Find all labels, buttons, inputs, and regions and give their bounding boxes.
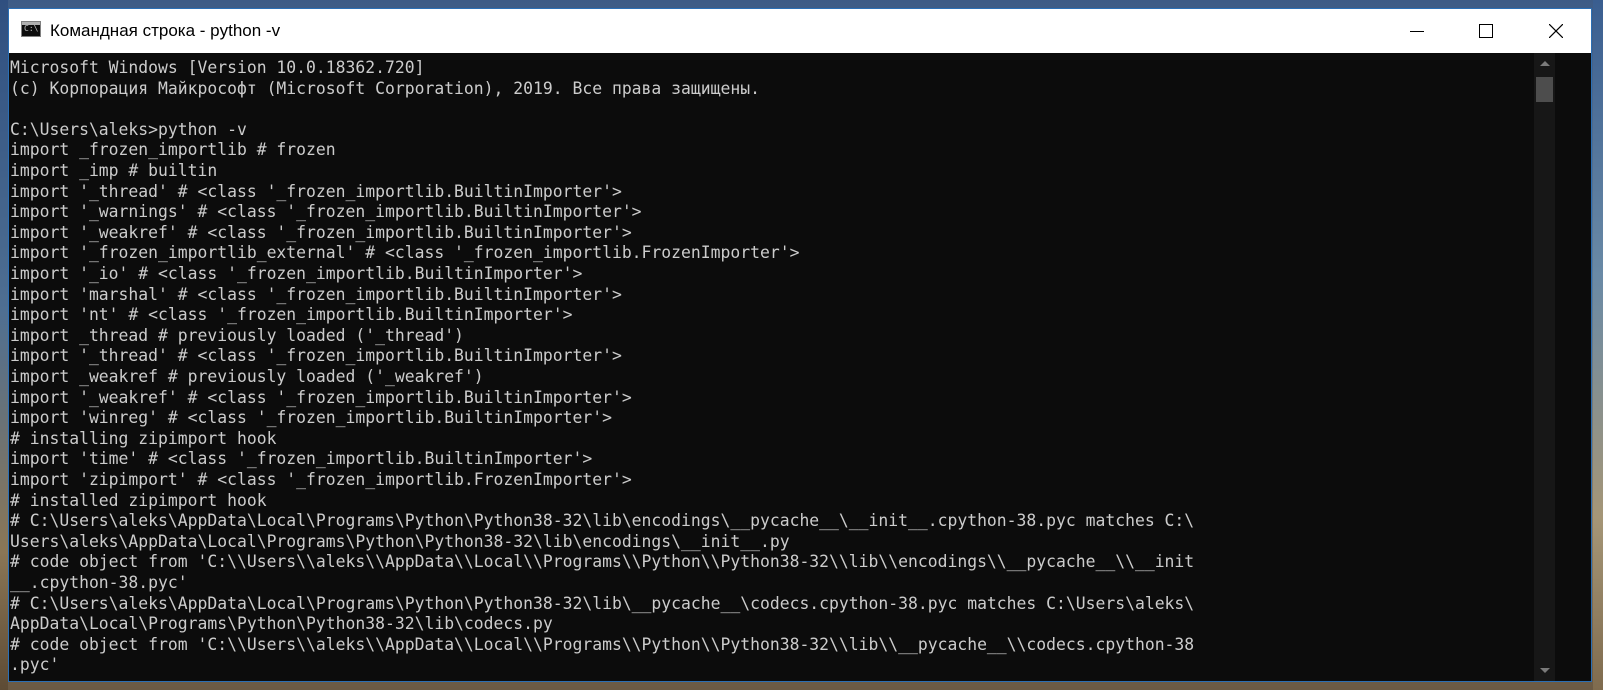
console-line: import 'winreg' # <class '_frozen_import… [10,408,612,428]
vertical-scrollbar[interactable] [1534,53,1555,681]
window-title: Командная строка - python -v [50,21,281,40]
close-icon [1549,24,1563,38]
console-line: __.cpython-38.pyc' [10,573,188,592]
console-line: import 'time' # <class '_frozen_importli… [10,449,593,469]
console-line: import _imp # builtin [10,161,218,180]
window-right-margin [1555,53,1591,681]
console-line: import '_frozen_importlib_external' # <c… [10,243,800,263]
console-line: import 'zipimport' # <class '_frozen_imp… [10,470,632,489]
scroll-up-arrow-icon[interactable] [1534,53,1555,74]
console-line: # installing zipimport hook [10,428,277,448]
console-line: # code object from 'C:\\Users\\aleks\\Ap… [10,552,1195,572]
minimize-button[interactable] [1381,9,1451,53]
console-line: # installed zipimport hook [10,490,267,510]
console-line: import _weakref # previously loaded ('_w… [10,367,484,386]
console-line: import 'marshal' # <class '_frozen_impor… [10,284,622,304]
console-line: import '_warnings' # <class '_frozen_imp… [10,202,642,222]
cmd-icon-text: C:\ [24,24,39,33]
console-line: # C:\Users\aleks\AppData\Local\Programs\… [10,511,1195,531]
maximize-button[interactable] [1451,9,1521,53]
desktop-edge-left [0,0,8,690]
console-line: C:\Users\aleks>python -v [10,119,247,139]
console-output[interactable]: Microsoft Windows [Version 10.0.18362.72… [9,53,1534,681]
scrollbar-thumb[interactable] [1536,77,1553,102]
console-line: (c) Корпорация Майкрософт (Microsoft Cor… [10,78,760,98]
console-line: import '_io' # <class '_frozen_importlib… [10,264,583,283]
title-bar[interactable]: C:\ Командная строка - python -v [9,9,1591,53]
command-prompt-window: C:\ Командная строка - python -v Microso… [8,8,1592,682]
console-line: import '_thread' # <class '_frozen_impor… [10,346,622,366]
console-line: Users\aleks\AppData\Local\Programs\Pytho… [10,531,790,551]
cmd-icon[interactable]: C:\ [21,21,41,37]
console-line: import _thread # previously loaded ('_th… [10,325,464,345]
console-line: import '_thread' # <class '_frozen_impor… [10,181,622,201]
console-line: AppData\Local\Programs\Python\Python38-3… [10,614,553,634]
console-line: import '_weakref' # <class '_frozen_impo… [10,387,632,407]
scroll-down-arrow-icon[interactable] [1534,660,1555,681]
close-button[interactable] [1521,9,1591,53]
console-line: .pyc' [10,655,60,675]
console-line: import '_weakref' # <class '_frozen_impo… [10,222,632,242]
console-line: # code object from 'C:\\Users\\aleks\\Ap… [10,634,1195,654]
console-line: Microsoft Windows [Version 10.0.18362.72… [10,58,425,77]
desktop-edge-right [1593,0,1603,690]
console-line: import _frozen_importlib # frozen [10,140,336,160]
console-line: import 'nt' # <class '_frozen_importlib.… [10,305,573,325]
console-line: # C:\Users\aleks\AppData\Local\Programs\… [10,593,1195,613]
